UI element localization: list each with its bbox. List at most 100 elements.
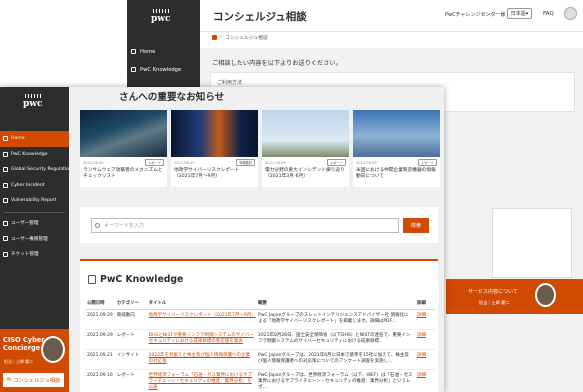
book-icon [131,67,136,72]
globe-icon [3,167,8,173]
concierge-photo [535,283,556,307]
faq-link[interactable]: FAQ [543,11,554,17]
back-user-name[interactable]: PwCチャレンジセンター様 [445,11,506,18]
column-header: タイトル [146,297,256,310]
row-title-link[interactable]: 地政学サイバーリスクレポート（2021年7月〜9月） [146,309,256,330]
row-summary: PwC Japanグループのスレットインテリジェンスアドバイザー社 情報化による… [256,309,416,330]
ticket-icon [3,251,8,257]
search-panel: 検索 [80,207,438,243]
sidebar-item-label: Vulnerability Report [11,198,57,204]
concierge-consult-button[interactable]: ✉ コンシェルジュ相談 [3,373,64,387]
card-image [80,110,167,157]
row-title-link[interactable]: 世界経済フォーラム「石油・ガス業界におけるサプライチェーン・セキュリティの推進：… [146,369,256,392]
back-logo: pwc [151,9,171,24]
chevron-down-icon: ▾ [525,10,529,17]
logo-bars-icon [153,9,169,13]
knowledge-panel: PwC Knowledge 公開日時 カテゴリー タイトル 概要 詳細 2021… [80,259,438,392]
avatar[interactable] [564,7,577,20]
users-icon [3,220,8,226]
front-window: pwc Home PwC Knowledge Global Security R… [0,87,444,392]
sidebar-item-knowledge[interactable]: PwC Knowledge [0,147,69,163]
sidebar-nav: Home PwC Knowledge Global Security Regul… [0,131,72,263]
back-sidebar-item-label: PwC Knowledge [140,66,182,73]
card-date: 2021.08.09 [174,160,195,165]
card-tag: レポート [418,159,437,166]
notice-card[interactable]: 2021.08.09 脅威動向 地政学サイバーリスクレポート（2021年7月〜9… [171,110,258,187]
row-detail-link[interactable]: 詳細 [415,329,435,350]
column-header: カテゴリー [114,297,147,310]
alert-icon [3,182,8,188]
sidebar-divider [4,211,65,213]
lock-icon [3,236,8,242]
sidebar: pwc Home PwC Knowledge Global Security R… [0,87,72,392]
card-date: 2021.08.09 [83,160,104,165]
row-category: レポート [114,369,147,392]
form-question: ご相談したい内容を以下よりお送りください。 [212,60,342,67]
row-summary: PwC Japanグループは、2021年6月に日本で基準を15社に加えて、株主及… [256,349,416,370]
sidebar-item-regulation[interactable]: Global Security Regulation [0,162,72,178]
service-banner[interactable]: サービス内容について 担当｜土師 慶二 [446,279,583,314]
sidebar-item-home[interactable]: Home [0,131,69,147]
breadcrumb-current: コンシェルジュ相談 [224,36,268,41]
row-summary: 2021年8月28日、国土安全保障省（以下DHS）とNISTの連名で、重要インフ… [256,329,416,350]
breadcrumb-separator: › [220,35,222,40]
sidebar-item-label: Global Security Regulation [11,167,72,173]
sidebar-item-ticket-management[interactable]: チケット管理 [0,247,69,263]
row-detail-link[interactable]: 詳細 [415,349,435,370]
service-banner-name: 担当｜土師 慶二 [479,300,510,305]
form-textarea[interactable] [492,208,572,278]
sidebar-item-label: PwC Knowledge [11,151,48,157]
service-banner-title: サービス内容について [468,289,518,295]
row-category: インサイト [114,349,147,370]
concierge-consult-label: コンシェルジュ相談 [13,378,61,384]
card-meta: 2021.08.09 レポート [80,157,167,166]
sidebar-item-vulnerability[interactable]: Vulnerability Report [0,193,69,209]
concierge-photo [41,336,65,363]
table-row: 2021.09.29 レポート DHSとNISTが重要インフラ制御システムのサイ… [85,329,435,350]
row-detail-link[interactable]: 詳細 [415,369,435,392]
notice-card[interactable]: 2021.08.09 レポート 米国における仲間企業製造機器の情報動向について [353,110,440,187]
concierge-name: 担当｜土師 慶二 [4,359,34,364]
search-button[interactable]: 検索 [403,218,429,233]
card-image [171,110,258,157]
table-row: 2021.09.21 インサイト 2022年を見据えた株主及び個人情報保護への企… [85,349,435,370]
sidebar-item-incident[interactable]: Cyber Incident [0,178,69,194]
card-title: 電力分野の重大インシデント振り返り（2021年3月-6月） [265,168,345,180]
notice-title: さんへの重要なお知らせ [119,92,225,103]
card-meta: 2021.08.09 レポート [353,157,440,166]
back-sidebar-item-label: Home [140,48,156,55]
logo[interactable]: pwc [23,94,43,109]
notice-cards: 2021.08.09 レポート ランサムウェア攻撃者のメカニズムとチェックリスト… [80,110,440,187]
back-page-title: コンシェルジュ相談 [213,11,307,23]
card-title: ランサムウェア攻撃者のメカニズムとチェックリスト [83,168,163,180]
language-select[interactable]: 日本語 ▾ [507,8,532,19]
card-tag: レポート [145,159,164,166]
search-input[interactable] [91,218,399,233]
sidebar-item-user-management[interactable]: ユーザー管理 [0,216,69,232]
notice-card[interactable]: 2021.08.09 レポート 電力分野の重大インシデント振り返り（2021年3… [262,110,349,187]
breadcrumb: › コンシェルジュ相談 [212,34,268,41]
card-title: 地政学サイバーリスクレポート（2021年7月〜9月） [174,168,240,180]
sidebar-item-label: Home [11,136,25,142]
back-sidebar-item-home[interactable]: Home [127,43,200,60]
home-icon[interactable] [212,35,217,40]
book-icon [3,151,8,157]
card-tag: 脅威動向 [236,159,255,166]
card-meta: 2021.08.09 脅威動向 [171,157,258,166]
home-icon [3,136,8,142]
row-title-link[interactable]: 2022年を見据えた株主及び個人情報保護への企業の対応策 [146,349,256,370]
sidebar-item-label: ユーザー管理 [11,221,39,227]
book-icon [88,275,96,284]
card-image [353,110,440,157]
back-sidebar-item-knowledge[interactable]: PwC Knowledge [127,61,200,78]
row-category: 脅威動向 [114,309,147,330]
row-summary: PwC Japanグループは、世界経済フォーラム（以下、WEF）は「石油・ガス業… [256,369,416,392]
sidebar-item-permission-management[interactable]: ユーザー権限管理 [0,231,69,247]
knowledge-title: PwC Knowledge [88,274,183,285]
table-row: 2021.09.29 脅威動向 地政学サイバーリスクレポート（2021年7月〜9… [85,309,435,330]
row-title-link[interactable]: DHSとNISTが重要インフラ制御システムのサイバーセキュリティにおける成果目標… [146,329,256,350]
back-logo-text: pwc [151,14,171,24]
row-detail-link[interactable]: 詳細 [415,309,435,330]
card-tag: レポート [327,159,346,166]
notice-card[interactable]: 2021.08.09 レポート ランサムウェア攻撃者のメカニズムとチェックリスト [80,110,167,187]
